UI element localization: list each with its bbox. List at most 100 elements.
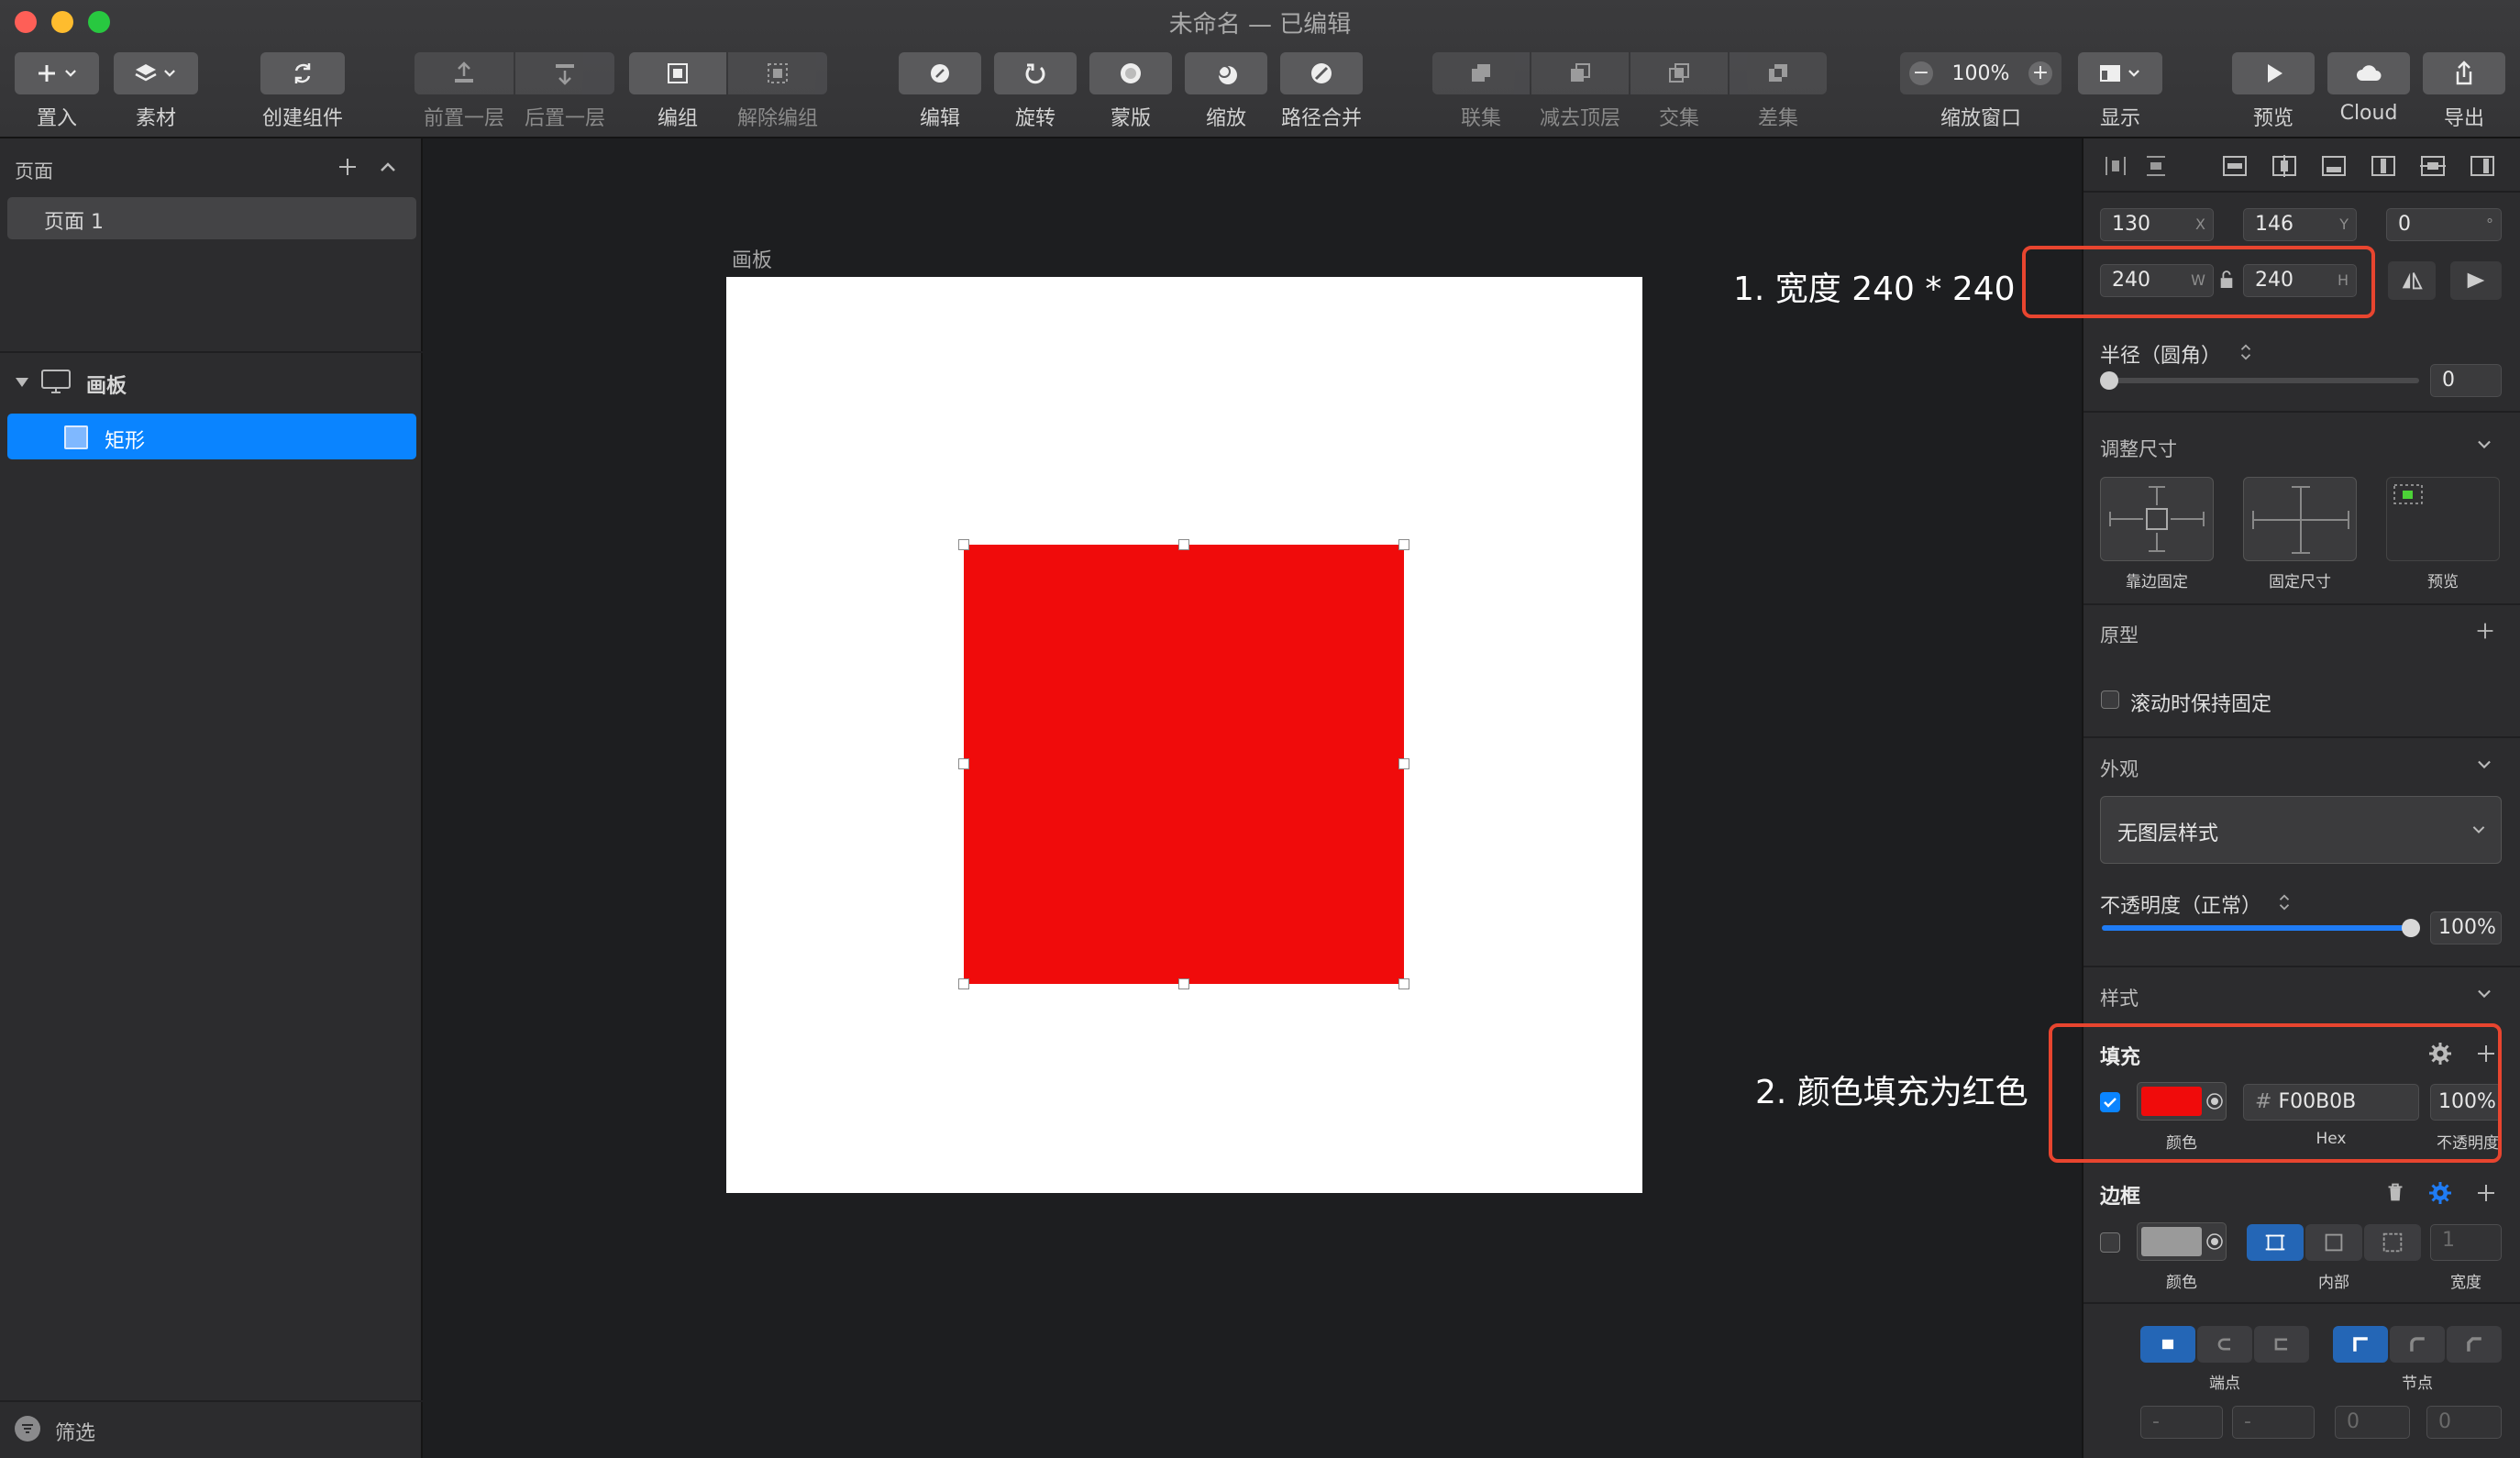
arrow-end-field[interactable]: - — [2232, 1406, 2315, 1439]
cap-butt-button[interactable] — [2140, 1326, 2195, 1363]
radius-slider-knob[interactable] — [2100, 371, 2118, 390]
opacity-slider-knob[interactable] — [2402, 919, 2420, 937]
plus-icon — [339, 159, 356, 175]
align-top-icon[interactable] — [2370, 152, 2397, 180]
joint-round-button[interactable] — [2390, 1326, 2445, 1363]
border-inside-icon — [2325, 1233, 2343, 1252]
pen-icon — [931, 64, 949, 83]
chevron-down-icon[interactable] — [2472, 982, 2496, 1006]
cloud-button[interactable] — [2327, 52, 2410, 94]
add-page-button[interactable] — [334, 153, 361, 181]
mask-label: 蒙版 — [1110, 107, 1151, 130]
align-center-icon[interactable] — [2271, 152, 2298, 180]
align-middle-icon[interactable] — [2419, 152, 2447, 180]
resize-handle-bottom-left[interactable] — [958, 978, 969, 989]
radius-slider[interactable] — [2102, 378, 2419, 383]
edit-button[interactable] — [899, 52, 981, 94]
joint-round-icon — [2410, 1337, 2425, 1352]
align-right-icon[interactable] — [2320, 152, 2348, 180]
bring-forward-button[interactable] — [414, 52, 514, 94]
trash-icon[interactable] — [2382, 1179, 2408, 1205]
cap-square-button[interactable] — [2254, 1326, 2309, 1363]
window-title: 未命名 — 已编辑 — [1168, 11, 1352, 39]
flip-vertical-button[interactable] — [2450, 261, 2502, 300]
opacity-slider[interactable] — [2102, 925, 2410, 931]
artboard-layer-label: 画板 — [86, 375, 127, 398]
border-width-field[interactable]: 1 — [2430, 1224, 2502, 1261]
stepper-icon[interactable] — [2238, 341, 2254, 363]
y-field[interactable]: 146 Y — [2243, 208, 2357, 241]
border-inside-button[interactable] — [2305, 1224, 2362, 1261]
view-label: 显示 — [2099, 107, 2140, 130]
dash-field[interactable]: 0 — [2335, 1406, 2410, 1439]
resize-handle-right[interactable] — [1398, 758, 1409, 769]
rotate-button[interactable] — [994, 52, 1077, 94]
joint-miter-button[interactable] — [2333, 1326, 2388, 1363]
gap-field[interactable]: 0 — [2426, 1406, 2502, 1439]
distribute-vertical-icon[interactable] — [2142, 152, 2170, 180]
flip-horizontal-button[interactable] — [2388, 261, 2436, 300]
assets-button[interactable] — [114, 52, 198, 94]
group-button[interactable] — [629, 52, 726, 94]
export-button[interactable] — [2423, 52, 2505, 94]
layer-row-rectangle[interactable]: 矩形 — [7, 414, 416, 459]
align-left-icon[interactable] — [2221, 152, 2249, 180]
gear-icon[interactable] — [2426, 1179, 2454, 1207]
artboard-row[interactable]: 画板 — [0, 359, 423, 404]
insert-label: 置入 — [36, 107, 77, 130]
resize-handle-bottom-right[interactable] — [1398, 978, 1409, 989]
resize-handle-top[interactable] — [1178, 539, 1189, 550]
arrow-start-field[interactable]: - — [2140, 1406, 2223, 1439]
insert-button[interactable] — [15, 52, 99, 94]
border-enabled-checkbox[interactable] — [2100, 1232, 2120, 1253]
collapse-pages-button[interactable] — [374, 153, 402, 181]
opacity-field[interactable]: 100% — [2430, 911, 2502, 944]
union-button[interactable] — [1432, 52, 1530, 94]
artboard-title[interactable]: 画板 — [732, 244, 772, 273]
border-center-button[interactable] — [2247, 1224, 2304, 1261]
pin-edges-control[interactable] — [2100, 477, 2214, 561]
distribute-horizontal-icon[interactable] — [2102, 152, 2129, 180]
red-rectangle[interactable] — [964, 545, 1404, 984]
fixed-size-control[interactable] — [2243, 477, 2357, 561]
add-prototype-icon[interactable] — [2472, 618, 2498, 644]
cap-round-button[interactable] — [2197, 1326, 2252, 1363]
ungroup-button[interactable] — [728, 52, 827, 94]
path-combine-button[interactable] — [1280, 52, 1363, 94]
page-item[interactable]: 页面 1 — [7, 197, 416, 239]
zoom-value[interactable]: 100% — [1952, 62, 2010, 85]
add-border-icon[interactable] — [2472, 1179, 2500, 1207]
zoom-out-button[interactable]: − — [1909, 61, 1933, 85]
send-backward-button[interactable] — [515, 52, 614, 94]
border-color-swatch[interactable] — [2137, 1222, 2227, 1261]
align-bottom-icon[interactable] — [2469, 152, 2496, 180]
intersect-icon — [1669, 63, 1689, 83]
subtract-button[interactable] — [1531, 52, 1629, 94]
radius-field[interactable]: 0 — [2430, 364, 2502, 397]
chevron-down-icon — [2128, 70, 2139, 77]
chevron-down-icon[interactable] — [2472, 433, 2496, 457]
create-component-button[interactable] — [260, 52, 345, 94]
fix-on-scroll-checkbox[interactable] — [2101, 690, 2119, 709]
resize-handle-left[interactable] — [958, 758, 969, 769]
preview-button[interactable] — [2232, 52, 2315, 94]
zoom-in-button[interactable]: + — [2028, 61, 2052, 85]
resize-handle-top-right[interactable] — [1398, 539, 1409, 550]
rotation-field[interactable]: 0 ° — [2386, 208, 2502, 241]
disclosure-triangle-icon[interactable] — [13, 373, 31, 392]
resize-handle-bottom[interactable] — [1178, 978, 1189, 989]
view-button[interactable] — [2078, 52, 2162, 94]
layer-style-select[interactable]: 无图层样式 — [2100, 796, 2502, 864]
mask-button[interactable] — [1089, 52, 1172, 94]
intersect-button[interactable] — [1630, 52, 1728, 94]
x-field[interactable]: 130 X — [2100, 208, 2214, 241]
resize-handle-top-left[interactable] — [958, 539, 969, 550]
filter-icon[interactable] — [15, 1416, 40, 1441]
scale-button[interactable] — [1185, 52, 1267, 94]
stepper-icon[interactable] — [2276, 891, 2293, 913]
border-outside-button[interactable] — [2364, 1224, 2421, 1261]
difference-button[interactable] — [1730, 52, 1827, 94]
joint-bevel-button[interactable] — [2447, 1326, 2502, 1363]
chevron-down-icon[interactable] — [2472, 753, 2496, 777]
bring-forward-label: 前置一层 — [423, 107, 504, 130]
